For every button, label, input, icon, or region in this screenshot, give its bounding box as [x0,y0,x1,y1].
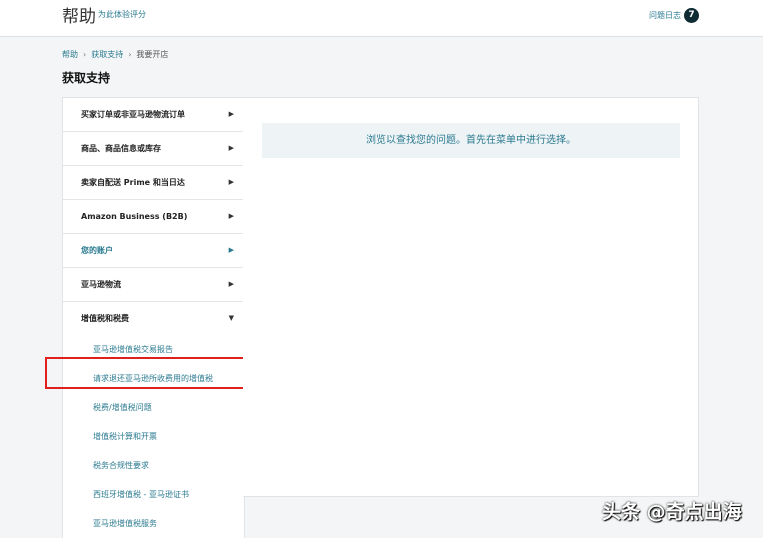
chevron-right-icon: › [83,50,87,59]
header: 帮助 为此体验评分 问题日志 7 [0,0,763,37]
breadcrumb-help[interactable]: 帮助 [62,50,78,59]
watermark: 头条 @奇点出海 [602,501,742,523]
breadcrumb-support[interactable]: 获取支持 [91,50,123,59]
sidebar-subitem[interactable]: 亚马逊增值税服务 [63,509,244,538]
rate-experience-link[interactable]: 为此体验评分 [98,9,146,20]
page-title: 获取支持 [62,71,111,85]
help-title: 帮助 [62,7,96,27]
issue-log-link[interactable]: 问题日志 [649,10,681,21]
sidebar-item-prime[interactable]: 卖家自配送 Prime 和当日达 ▶ [63,166,244,200]
caret-right-icon: ▶ [228,212,234,220]
sidebar-subitem[interactable]: 税务合规性要求 [63,451,244,480]
sidebar-item-business[interactable]: Amazon Business (B2B) ▶ [63,200,244,234]
sidebar-menu: 买家订单或非亚马逊物流订单 ▶ 商品、商品信息或库存 ▶ 卖家自配送 Prime 和… [62,97,245,538]
sidebar-item-buyer-orders[interactable]: 买家订单或非亚马逊物流订单 ▶ [63,98,244,132]
caret-right-icon: ▶ [228,246,234,254]
sidebar-subitem[interactable]: 增值税计算和开票 [63,422,244,451]
breadcrumb: 帮助 › 获取支持 › 我要开店 [62,49,168,60]
caret-down-icon: ▼ [228,314,234,322]
caret-right-icon: ▶ [228,280,234,288]
chevron-right-icon: › [128,50,132,59]
caret-right-icon: ▶ [228,110,234,118]
breadcrumb-current: 我要开店 [136,50,169,59]
caret-right-icon: ▶ [228,144,234,152]
issue-count-badge[interactable]: 7 [684,8,699,23]
instruction-message: 浏览以查找您的问题。首先在菜单中进行选择。 [262,123,680,158]
sidebar-item-products[interactable]: 商品、商品信息或库存 ▶ [63,132,244,166]
sidebar-subitem[interactable]: 税费/增值税问题 [63,393,244,422]
sidebar-item-fba[interactable]: 亚马逊物流 ▶ [63,268,244,302]
main-panel: 浏览以查找您的问题。首先在菜单中进行选择。 [243,97,699,497]
sidebar-item-vat[interactable]: 增值税和税费 ▼ [63,302,244,335]
sidebar-item-account[interactable]: 您的账户 ▶ [63,234,244,268]
sidebar-subitem[interactable]: 西班牙增值税 - 亚马逊证书 [63,480,244,509]
highlight-box [45,357,258,389]
caret-right-icon: ▶ [228,178,234,186]
